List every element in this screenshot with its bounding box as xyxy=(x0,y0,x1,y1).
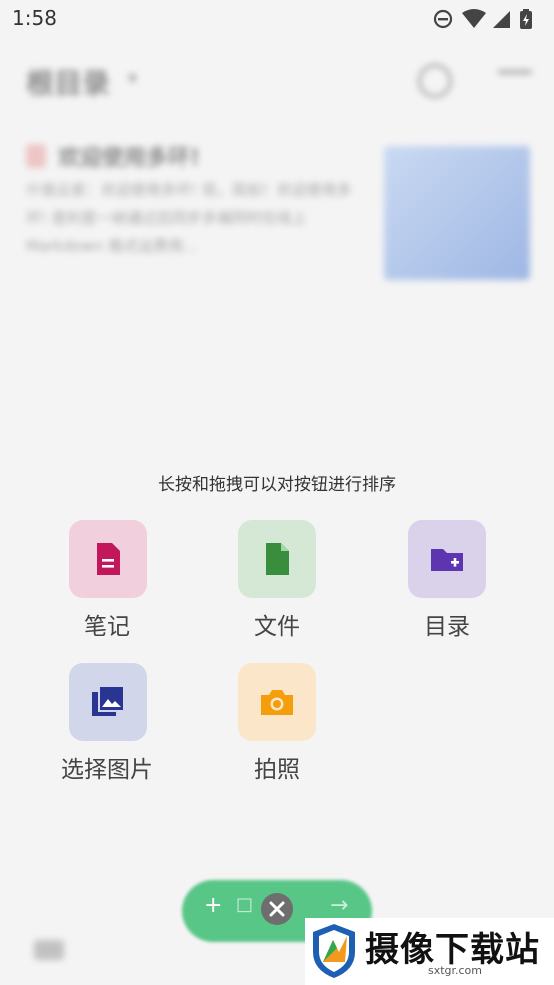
plus-icon: + xyxy=(204,893,223,918)
arrow-icon: → xyxy=(330,893,349,918)
note-icon xyxy=(97,543,120,575)
bottom-nav-icon xyxy=(34,940,64,960)
watermark-url: sxtgr.com xyxy=(427,964,483,977)
lightbulb-icon xyxy=(418,64,452,98)
note-button-label: 笔记 xyxy=(84,614,130,640)
file-icon xyxy=(266,543,289,575)
new-folder-button-label: 目录 xyxy=(424,614,470,640)
file-button-label: 文件 xyxy=(254,614,300,640)
image-icon xyxy=(92,685,125,716)
status-time: 1:58 xyxy=(12,6,57,30)
note-excerpt: 什我云家：欢迎使用多环! 现，简如！欢迎使用多环! 是利是一帧通过后同步多端同时… xyxy=(26,181,352,255)
select-image-button[interactable] xyxy=(69,663,147,741)
camera-button-label: 拍照 xyxy=(254,757,300,783)
page-title: 根目录 xyxy=(26,67,111,100)
status-icons xyxy=(433,9,532,29)
note-doc-icon xyxy=(26,144,46,168)
sort-hint: 长按和拖拽可以对按钮进行排序 xyxy=(158,475,396,495)
sort-icon xyxy=(498,70,532,90)
select-image-button-label: 选择图片 xyxy=(61,757,153,783)
close-button[interactable] xyxy=(261,893,293,925)
do-not-disturb-icon xyxy=(433,9,453,29)
close-icon xyxy=(269,901,285,917)
new-folder-button[interactable] xyxy=(408,520,486,598)
new-folder-icon xyxy=(431,549,463,571)
camera-button[interactable] xyxy=(238,663,316,741)
wifi-icon xyxy=(462,9,486,28)
camera-icon xyxy=(261,690,293,715)
background-app: 根目录 ▾ 欢迎使用多环! 什我云家：欢迎使用多环! 现，简如！欢迎使用多环! … xyxy=(0,40,554,985)
battery-icon xyxy=(520,9,532,29)
file-button[interactable] xyxy=(238,520,316,598)
note-title: 欢迎使用多环! xyxy=(58,146,201,171)
watermark: 摄像下载站 sxtgr.com xyxy=(305,918,554,985)
note-thumbnail xyxy=(384,146,530,280)
status-bar: 1:58 xyxy=(0,0,554,38)
note-button[interactable] xyxy=(69,520,147,598)
cell-signal-icon xyxy=(493,11,510,28)
shield-logo-icon xyxy=(313,924,355,978)
fab-left-icon: □ xyxy=(236,894,254,915)
chevron-down-icon: ▾ xyxy=(128,68,138,89)
